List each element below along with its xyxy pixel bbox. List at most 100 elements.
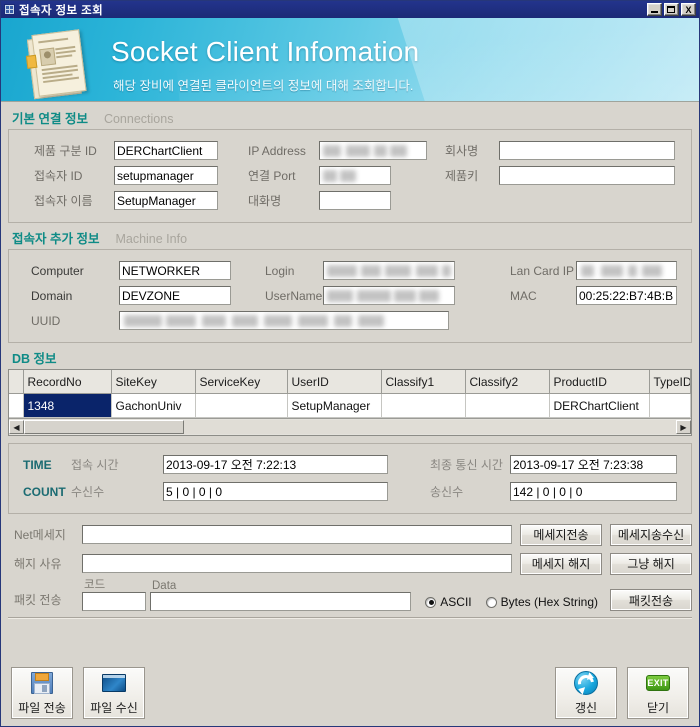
input-mac[interactable] (576, 286, 677, 305)
label-uuid: UUID (31, 313, 61, 328)
label-session-name: 대화명 (248, 194, 282, 208)
cell-productid[interactable]: DERChartClient (549, 393, 650, 418)
label-port: 연결 Port (248, 169, 296, 183)
minimize-button[interactable] (647, 3, 662, 16)
monitor-window-icon (101, 671, 127, 695)
stats-group: TIME 접속 시간 최종 통신 시간 COUNT 수신수 송신수 (8, 443, 692, 514)
grid-horizontal-scrollbar[interactable]: ◀ ▶ (9, 418, 691, 435)
column-header-userid[interactable]: UserID (287, 370, 382, 394)
file-send-button[interactable]: 파일 전송 (11, 667, 73, 719)
label-last-comm-time: 최종 통신 시간 (430, 458, 503, 472)
input-net-message[interactable] (82, 525, 512, 544)
send-recv-message-button[interactable]: 메세지송수신 (610, 523, 692, 546)
cell-userid[interactable]: SetupManager (287, 393, 382, 418)
input-uuid[interactable] (119, 311, 449, 330)
connections-group-header: 기본 연결 정보 Connections (8, 108, 692, 129)
refresh-button[interactable]: 갱신 (555, 667, 617, 719)
column-header-classify2[interactable]: Classify2 (465, 370, 550, 394)
row-client-id: 접속자 ID 연결 Port 제품키 (9, 163, 691, 188)
input-packet-code[interactable] (82, 592, 146, 611)
radio-bytes[interactable]: Bytes (Hex String) (485, 595, 598, 609)
input-release-reason[interactable] (82, 554, 512, 573)
column-header-classify1[interactable]: Classify1 (381, 370, 466, 394)
column-header-recordno[interactable]: RecordNo (23, 370, 112, 394)
cell-recordno[interactable]: 1348 (23, 393, 112, 418)
input-client-name[interactable] (114, 191, 218, 210)
column-header-sitekey[interactable]: SiteKey (111, 370, 196, 394)
label-domain: Domain (31, 288, 73, 303)
file-actions: 파일 전송 파일 수신 (11, 667, 145, 719)
scroll-thumb[interactable] (24, 420, 184, 434)
column-header-servicekey[interactable]: ServiceKey (195, 370, 288, 394)
banner-title: Socket Client Infomation (111, 36, 420, 67)
row-release-reason: 해지 사유 메세지 해지 그냥 해지 (8, 549, 692, 578)
input-computer[interactable] (119, 261, 231, 280)
close-dialog-button[interactable]: EXIT 닫기 (627, 667, 689, 719)
input-session-name[interactable] (319, 191, 391, 210)
close-button[interactable]: X (681, 3, 696, 16)
refresh-icon (573, 670, 599, 695)
cell-typeid[interactable] (649, 393, 691, 418)
db-grid: RecordNo SiteKey ServiceKey UserID Class… (8, 369, 692, 436)
cell-classify2[interactable] (465, 393, 550, 418)
row-domain: Domain UserName MAC (9, 283, 691, 308)
label-username: UserName (265, 288, 323, 303)
cell-sitekey[interactable]: GachonUniv (111, 393, 196, 418)
row-uuid: UUID (9, 308, 691, 333)
input-product-key[interactable] (499, 166, 675, 185)
release-plain-button[interactable]: 그냥 해지 (610, 552, 692, 575)
exit-badge-label: EXIT (647, 677, 669, 688)
maximize-button[interactable] (664, 3, 679, 16)
input-last-comm-time[interactable] (510, 455, 677, 474)
input-product-id[interactable] (114, 141, 218, 160)
cell-servicekey[interactable] (195, 393, 288, 418)
db-group-header: DB 정보 (8, 348, 692, 369)
label-login: Login (265, 263, 295, 278)
file-recv-button[interactable]: 파일 수신 (83, 667, 145, 719)
send-message-button[interactable]: 메세지전송 (520, 523, 602, 546)
label-lan-card-ip: Lan Card IP (510, 263, 575, 278)
floppy-save-icon (29, 671, 55, 695)
label-count-key: COUNT (23, 484, 66, 499)
packet-send-button[interactable]: 패킷전송 (610, 589, 692, 611)
input-send-count[interactable] (510, 482, 677, 501)
input-domain[interactable] (119, 286, 231, 305)
input-port[interactable] (319, 166, 391, 185)
radio-ascii[interactable]: ASCII (425, 595, 472, 609)
input-company[interactable] (499, 141, 675, 160)
label-client-name: 접속자 이름 (34, 194, 93, 208)
file-send-label: 파일 전송 (18, 700, 66, 715)
input-connect-time[interactable] (163, 455, 388, 474)
row-client-name: 접속자 이름 대화명 (9, 188, 691, 213)
input-login[interactable] (323, 261, 455, 280)
input-ip-address[interactable] (319, 141, 427, 160)
machine-group-title-ko: 접속자 추가 정보 (12, 232, 100, 246)
cell-classify1[interactable] (381, 393, 466, 418)
caption-data: Data (152, 580, 177, 592)
label-packet-send: 패킷 전송 (14, 593, 62, 607)
column-header-typeid[interactable]: TypeID (649, 370, 691, 394)
input-recv-count[interactable] (163, 482, 388, 501)
header-banner: Socket Client Infomation 해당 장비에 연결된 클라이언… (1, 18, 699, 102)
connections-group: 제품 구분 ID IP Address 회사명 접속자 ID 연결 Port (8, 129, 692, 223)
input-lan-card-ip[interactable] (576, 261, 677, 280)
row-selector-cell[interactable] (9, 393, 24, 418)
table-row[interactable]: 1348 GachonUniv SetupManager DERChartCli… (9, 393, 691, 418)
label-mac: MAC (510, 288, 537, 303)
row-packet-send: 패킷 전송 코드 Data ASCII Bytes (Hex String) 패 (8, 578, 692, 611)
scroll-left-icon[interactable]: ◀ (9, 420, 24, 434)
dialog-actions: 갱신 EXIT 닫기 (555, 667, 689, 719)
release-message-button[interactable]: 메세지 해지 (520, 552, 602, 575)
input-packet-data[interactable] (150, 592, 412, 611)
scroll-track[interactable] (184, 420, 676, 434)
app-icon (4, 4, 15, 15)
label-product-id: 제품 구분 ID (34, 144, 97, 158)
radio-ascii-indicator (425, 596, 437, 608)
row-count: COUNT 수신수 송신수 (9, 478, 691, 505)
input-username[interactable] (323, 286, 455, 305)
input-client-id[interactable] (114, 166, 218, 185)
scroll-right-icon[interactable]: ▶ (676, 420, 691, 434)
column-header-productid[interactable]: ProductID (549, 370, 650, 394)
dialog-body: 기본 연결 정보 Connections 제품 구분 ID IP Address… (1, 102, 699, 660)
label-recv-count: 수신수 (71, 485, 105, 499)
